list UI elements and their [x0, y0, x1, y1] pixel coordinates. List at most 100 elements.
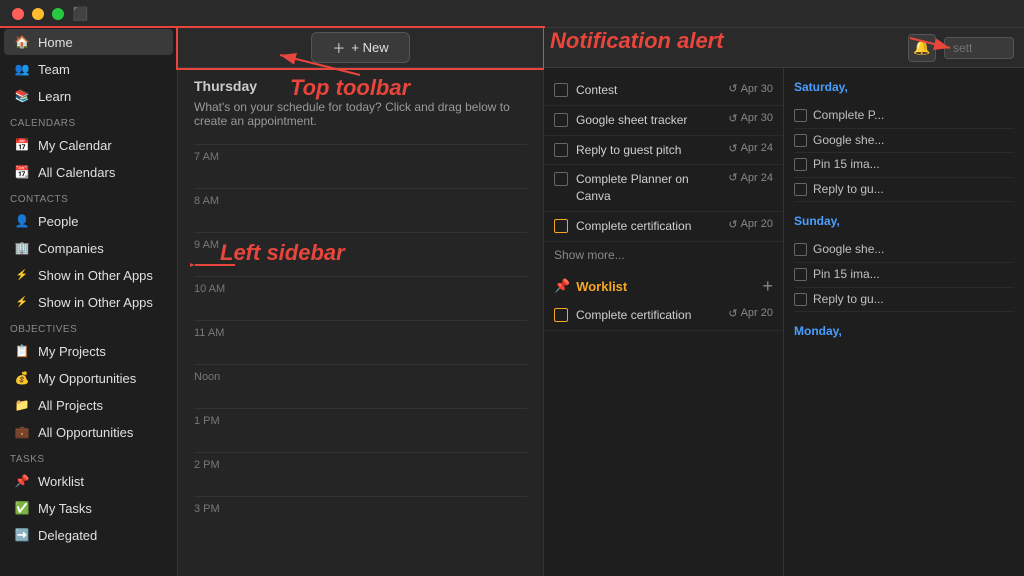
people-icon: 👤: [14, 213, 30, 229]
sidebar-item-label: Learn: [38, 89, 71, 104]
sidebar-item-delegated[interactable]: ➡️ Delegated: [4, 522, 173, 548]
minimize-button[interactable]: [32, 8, 44, 20]
worklist-add-button[interactable]: +: [762, 276, 773, 297]
sidebar-item-people[interactable]: 👤 People: [4, 208, 173, 234]
close-button[interactable]: [12, 8, 24, 20]
repeat-icon: ↺: [728, 82, 737, 95]
calendar-view[interactable]: Thursday What's on your schedule for tod…: [178, 68, 543, 576]
center-area: ＋ + New Thursday What's on your schedule…: [178, 28, 544, 576]
calendar-day-title: Thursday: [194, 78, 527, 94]
right-panel: 🔔 Contest ↺ Apr 30 Google sheet trac: [544, 28, 1024, 576]
cal-task-name: Pin 15 ima...: [813, 157, 1014, 173]
task-item: Contest ↺ Apr 30: [544, 76, 783, 106]
tasks-section-label: Tasks: [0, 446, 177, 467]
cal-task-checkbox[interactable]: [794, 109, 807, 122]
plus-icon: ＋: [332, 38, 345, 57]
sidebar-item-label: My Calendar: [38, 138, 112, 153]
cal-task-checkbox[interactable]: [794, 183, 807, 196]
time-slot-3pm[interactable]: 3 PM: [194, 496, 527, 540]
sidebar-item-all-calendars[interactable]: 📆 All Calendars: [4, 159, 173, 185]
time-slot-8am[interactable]: 8 AM: [194, 188, 527, 232]
cal-day-saturday: Saturday, Complete P... Google she... Pi…: [784, 68, 1024, 202]
app-layout: 🏠 Home 👥 Team 📚 Learn Calendars 📅 My Cal…: [0, 28, 1024, 576]
time-slot-2pm[interactable]: 2 PM: [194, 452, 527, 496]
repeat-icon: ↺: [728, 142, 737, 155]
task-checkbox[interactable]: [554, 83, 568, 97]
fullscreen-button[interactable]: [52, 8, 64, 20]
sidebar-item-label: All Projects: [38, 398, 103, 413]
repeat-icon: ↺: [728, 112, 737, 125]
my-calendar-icon: 📅: [14, 137, 30, 153]
cal-task-item: Reply to gu...: [794, 288, 1014, 313]
time-label: Noon: [194, 371, 234, 383]
learn-icon: 📚: [14, 88, 30, 104]
search-input[interactable]: [944, 37, 1014, 59]
sidebar-item-my-tasks[interactable]: ✅ My Tasks: [4, 495, 173, 521]
show-more-button[interactable]: Show more...: [544, 242, 783, 268]
cal-task-checkbox[interactable]: [794, 158, 807, 171]
task-date: ↺ Apr 30: [728, 82, 773, 95]
task-name: Reply to guest pitch: [576, 142, 720, 159]
time-slot-11am[interactable]: 11 AM: [194, 320, 527, 364]
sidebar-item-all-opportunities[interactable]: 💼 All Opportunities: [4, 419, 173, 445]
task-checkbox-yellow[interactable]: [554, 219, 568, 233]
time-label: 3 PM: [194, 503, 234, 515]
worklist-task-checkbox[interactable]: [554, 308, 568, 322]
cal-task-checkbox[interactable]: [794, 243, 807, 256]
time-slot-noon[interactable]: Noon: [194, 364, 527, 408]
cal-task-item: Reply to gu...: [794, 178, 1014, 203]
new-button[interactable]: ＋ + New: [311, 32, 409, 63]
sidebar-item-label: Team: [38, 62, 70, 77]
task-item: Reply to guest pitch ↺ Apr 24: [544, 136, 783, 166]
bell-icon: 🔔: [913, 39, 930, 56]
time-slot-1pm[interactable]: 1 PM: [194, 408, 527, 452]
worklist-icon: 📌: [14, 473, 30, 489]
cal-task-name: Google she...: [813, 242, 1014, 258]
time-slot-7am[interactable]: 7 AM: [194, 144, 527, 188]
show-other-apps-2-icon: ⚡: [14, 294, 30, 310]
cal-task-checkbox[interactable]: [794, 268, 807, 281]
notification-bell-button[interactable]: 🔔: [908, 34, 936, 62]
task-checkbox[interactable]: [554, 172, 568, 186]
tasks-column: Contest ↺ Apr 30 Google sheet tracker ↺ …: [544, 68, 784, 576]
sidebar-item-label: Worklist: [38, 474, 84, 489]
worklist-task-name: Complete certification: [576, 307, 720, 324]
my-opportunities-icon: 💰: [14, 370, 30, 386]
sidebar-item-worklist[interactable]: 📌 Worklist: [4, 468, 173, 494]
cal-task-checkbox[interactable]: [794, 134, 807, 147]
show-other-apps-1-icon: ⚡: [14, 267, 30, 283]
cal-task-name: Reply to gu...: [813, 182, 1014, 198]
time-label: 7 AM: [194, 151, 234, 163]
sidebar-item-all-projects[interactable]: 📁 All Projects: [4, 392, 173, 418]
task-item: Google sheet tracker ↺ Apr 30: [544, 106, 783, 136]
all-projects-icon: 📁: [14, 397, 30, 413]
time-slot-9am[interactable]: 9 AM: [194, 232, 527, 276]
task-checkbox[interactable]: [554, 143, 568, 157]
time-slot-10am[interactable]: 10 AM: [194, 276, 527, 320]
cal-task-item: Pin 15 ima...: [794, 263, 1014, 288]
worklist-task-item: Complete certification ↺ Apr 20: [544, 301, 783, 331]
sidebar-item-my-calendar[interactable]: 📅 My Calendar: [4, 132, 173, 158]
sidebar-item-label: Home: [38, 35, 73, 50]
sidebar-item-home[interactable]: 🏠 Home: [4, 29, 173, 55]
sidebar-item-team[interactable]: 👥 Team: [4, 56, 173, 82]
cal-task-item: Pin 15 ima...: [794, 153, 1014, 178]
left-sidebar: 🏠 Home 👥 Team 📚 Learn Calendars 📅 My Cal…: [0, 28, 178, 576]
task-date: ↺ Apr 24: [728, 171, 773, 184]
sidebar-item-my-projects[interactable]: 📋 My Projects: [4, 338, 173, 364]
repeat-icon: ↺: [728, 171, 737, 184]
sidebar-item-my-opportunities[interactable]: 💰 My Opportunities: [4, 365, 173, 391]
sidebar-toggle-icon[interactable]: ⬛: [72, 6, 96, 22]
cal-task-checkbox[interactable]: [794, 293, 807, 306]
sidebar-item-show-other-apps-2[interactable]: ⚡ Show in Other Apps: [4, 289, 173, 315]
my-projects-icon: 📋: [14, 343, 30, 359]
sidebar-item-show-other-apps-1[interactable]: ⚡ Show in Other Apps: [4, 262, 173, 288]
task-checkbox[interactable]: [554, 113, 568, 127]
sidebar-item-label: Companies: [38, 241, 104, 256]
worklist-title: 📌 Worklist: [554, 278, 627, 294]
time-label: 10 AM: [194, 283, 234, 295]
team-icon: 👥: [14, 61, 30, 77]
cal-task-name: Reply to gu...: [813, 292, 1014, 308]
sidebar-item-learn[interactable]: 📚 Learn: [4, 83, 173, 109]
sidebar-item-companies[interactable]: 🏢 Companies: [4, 235, 173, 261]
